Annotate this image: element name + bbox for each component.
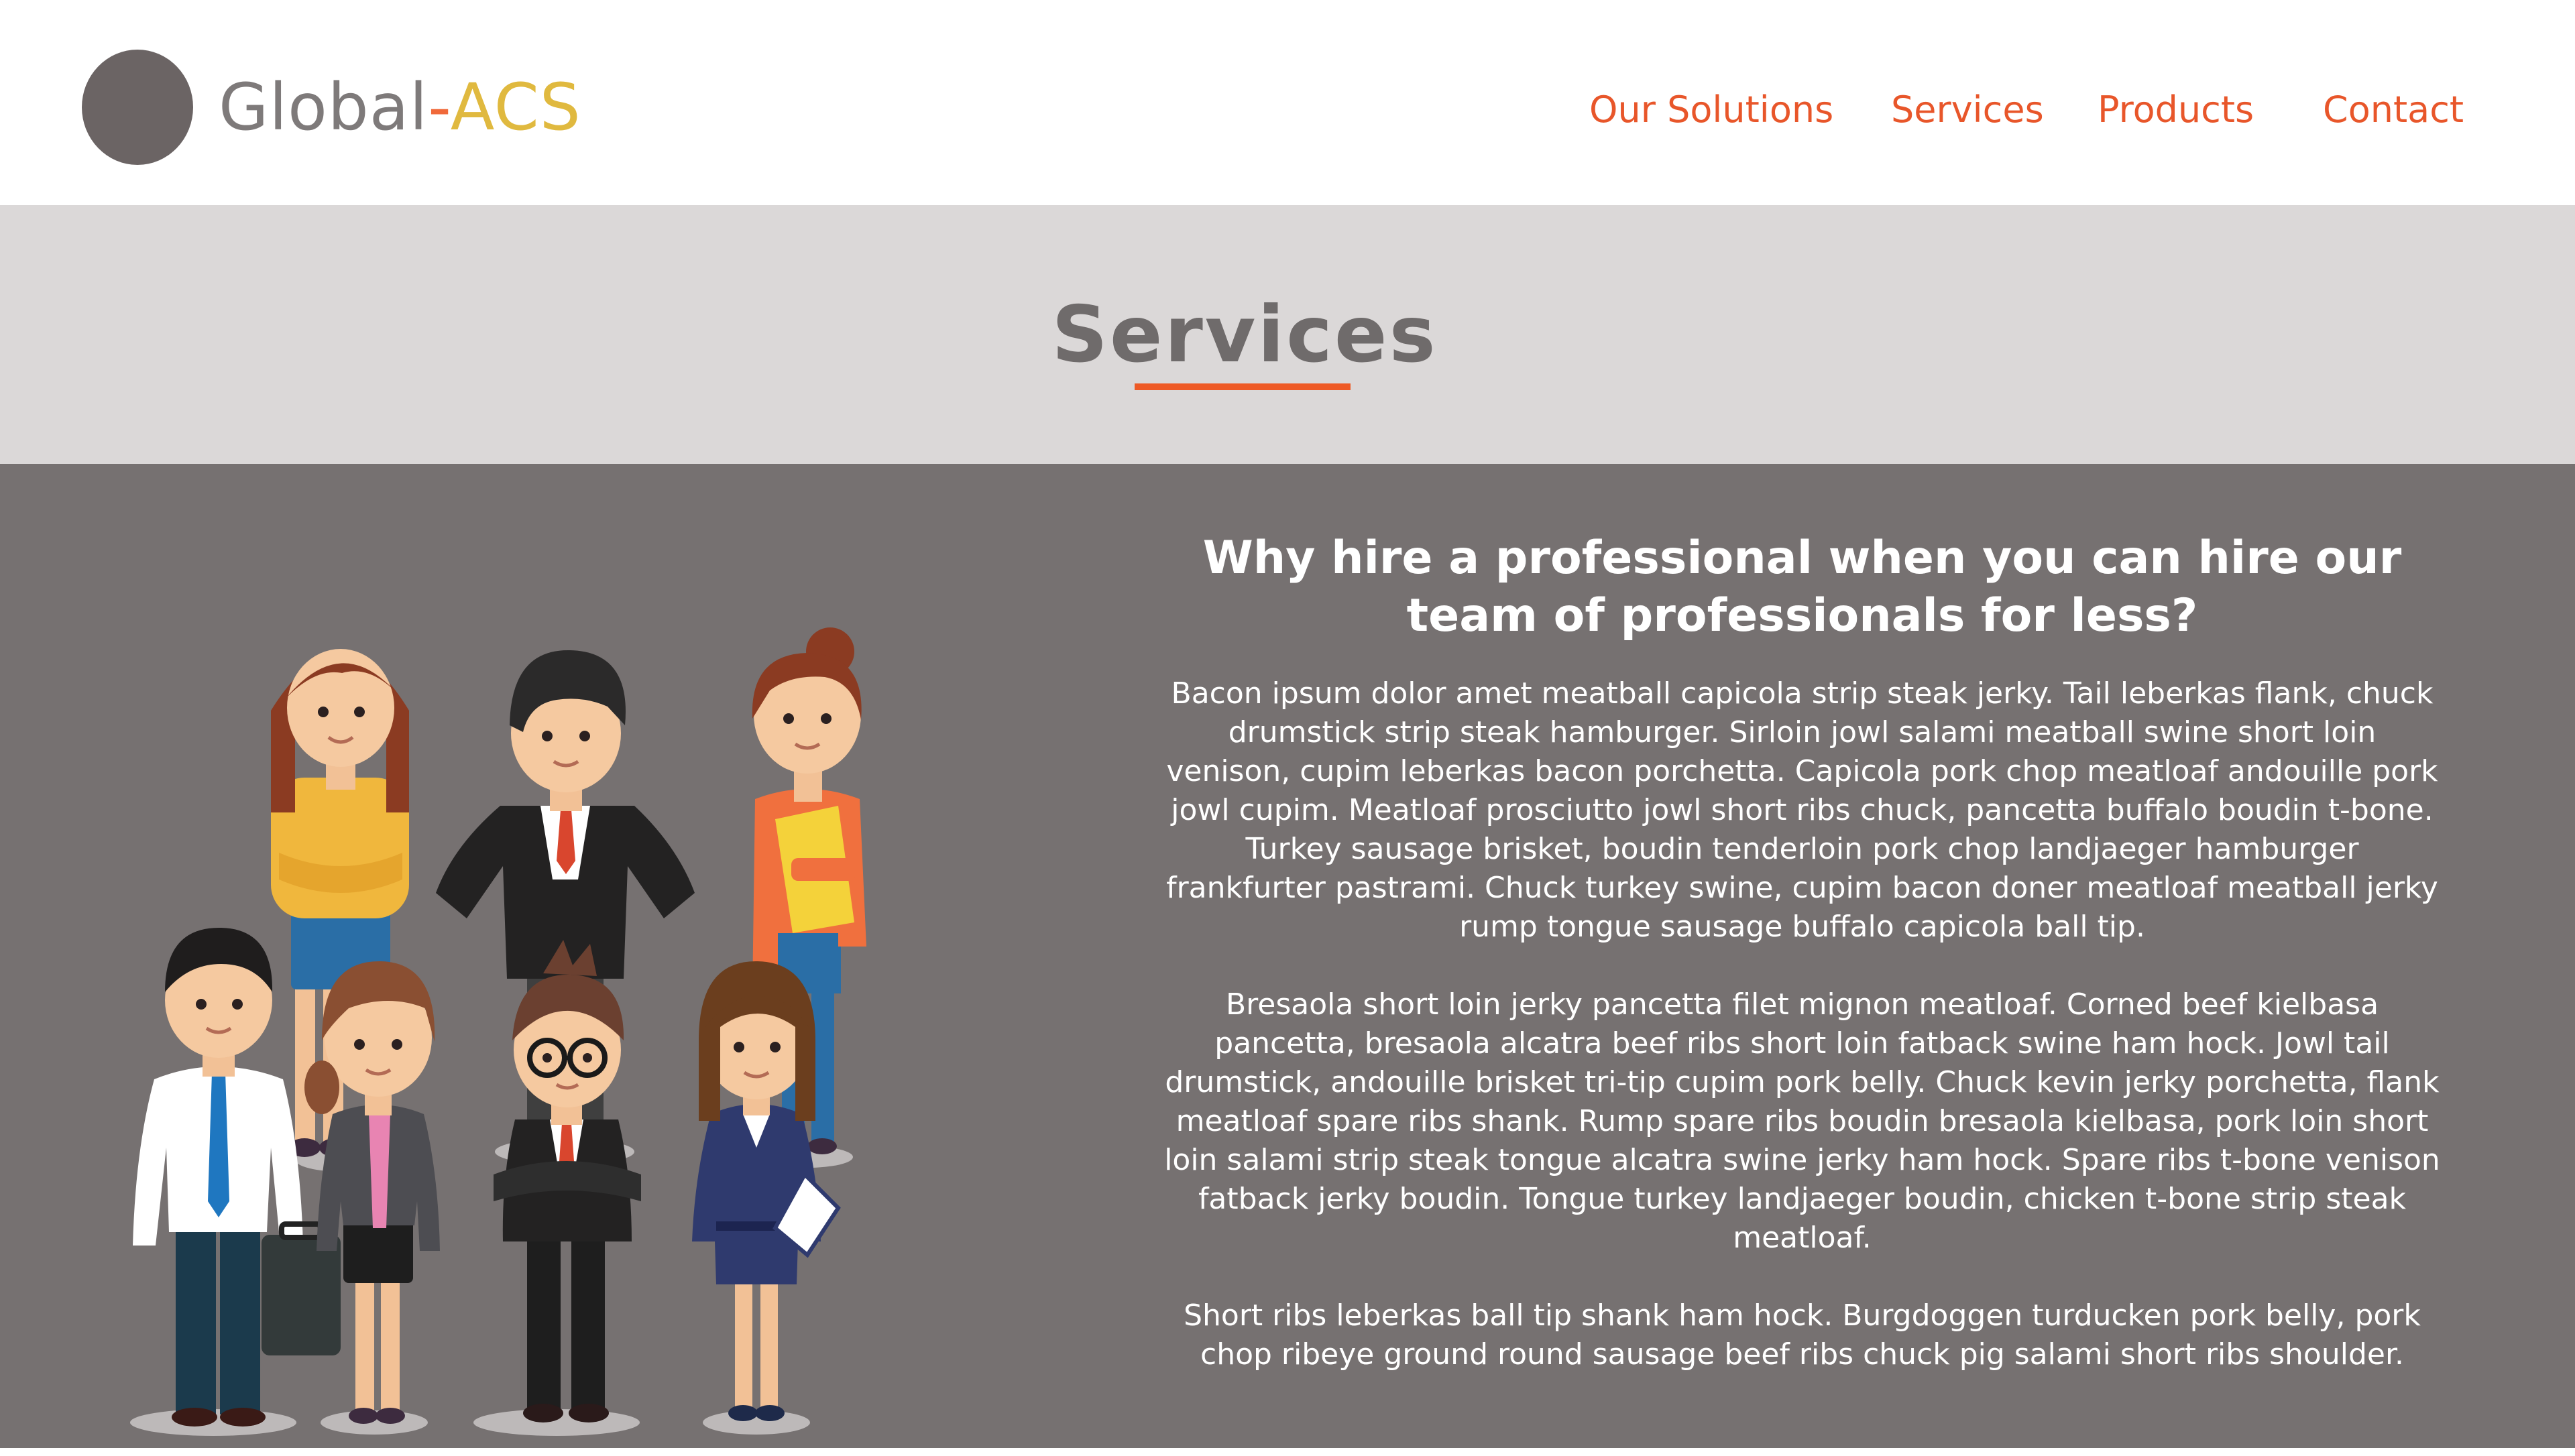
services-headline: Why hire a professional when you can hir… [1202, 532, 2402, 642]
services-paragraph-3: Short ribs leberkas ball tip shank ham h… [1184, 1298, 2421, 1372]
logo-text-global: Global [219, 70, 428, 145]
services-content: Why hire a professional when you can hir… [0, 464, 2575, 1448]
nav-link-contact[interactable]: Contact [2323, 86, 2464, 139]
logo-mark[interactable] [82, 50, 193, 165]
nav-link-products[interactable]: Products [2098, 86, 2254, 139]
page-title: Services [1051, 290, 1438, 380]
services-text: Why hire a professional when you can hir… [1163, 530, 2441, 1413]
logo-text-acs: ACS [450, 70, 581, 145]
page-title-band: Services [0, 205, 2575, 464]
services-paragraph-2: Bresaola short loin jerky pancetta filet… [1164, 987, 2440, 1255]
site-header: Global-ACS Our Solutions Services Produc… [0, 0, 2575, 205]
nav-link-our-solutions[interactable]: Our Solutions [1589, 86, 1833, 139]
person-front-mid-right [494, 940, 641, 1422]
services-paragraph-1: Bacon ipsum dolor amet meatball capicola… [1166, 676, 2438, 944]
logo-wordmark[interactable]: Global-ACS [219, 67, 581, 147]
logo-text-dash: - [428, 70, 451, 145]
title-underline [1135, 383, 1351, 390]
nav-link-services[interactable]: Services [1891, 86, 2044, 139]
team-illustration [130, 627, 866, 1436]
